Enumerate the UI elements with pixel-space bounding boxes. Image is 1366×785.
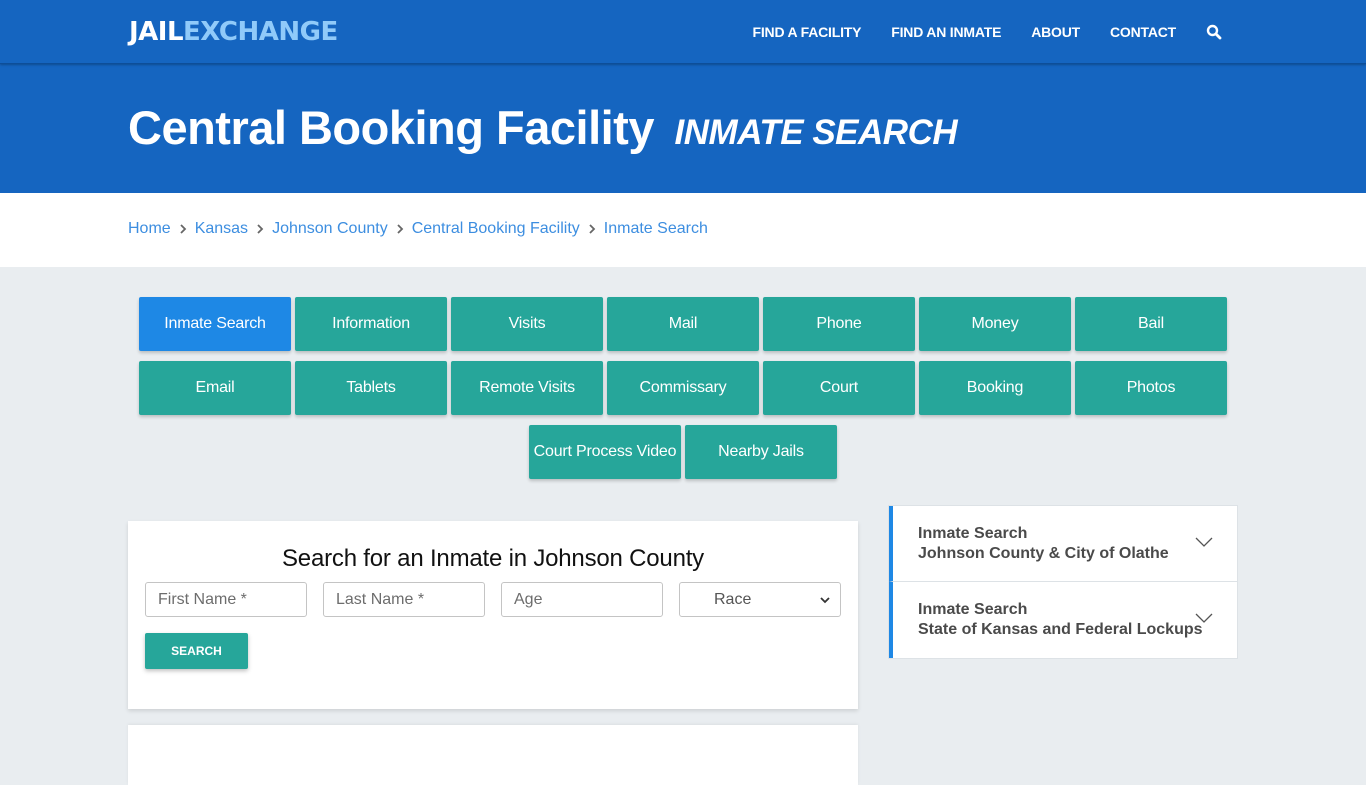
first-name-input[interactable] — [145, 582, 307, 617]
accordion-item-johnson-county[interactable]: Inmate Search Johnson County & City of O… — [889, 506, 1237, 582]
accordion-item-subheading: Johnson County & City of Olathe — [918, 545, 1169, 562]
logo-exchange: EXCHANGE — [183, 17, 338, 47]
tab-nearby-jails[interactable]: Nearby Jails — [685, 425, 837, 479]
tab-remote-visits[interactable]: Remote Visits — [451, 361, 603, 415]
top-navbar: JAILEXCHANGE FIND A FACILITY FIND AN INM… — [0, 0, 1366, 64]
content-card — [128, 725, 858, 785]
search-form-title: Search for an Inmate in Johnson County — [282, 545, 704, 572]
tab-bail[interactable]: Bail — [1075, 297, 1227, 351]
tab-commissary[interactable]: Commissary — [607, 361, 759, 415]
tab-inmate-search[interactable]: Inmate Search — [139, 297, 291, 351]
tab-money[interactable]: Money — [919, 297, 1071, 351]
page-title-facility: Central Booking Facility — [128, 101, 654, 154]
breadcrumb-bar: Home Kansas Johnson County Central Booki… — [0, 193, 1366, 267]
tab-row-2: Email Tablets Remote Visits Commissary C… — [137, 361, 1229, 415]
age-input[interactable] — [501, 582, 663, 617]
chevron-right-icon — [248, 224, 272, 234]
search-icon[interactable] — [1206, 24, 1222, 40]
accordion-item-state-federal[interactable]: Inmate Search State of Kansas and Federa… — [889, 582, 1237, 658]
page-title-subtitle: INMATE SEARCH — [674, 113, 958, 152]
tab-information[interactable]: Information — [295, 297, 447, 351]
tab-photos[interactable]: Photos — [1075, 361, 1227, 415]
accordion-item-heading: Inmate Search — [918, 601, 1028, 618]
breadcrumb-inmate-search[interactable]: Inmate Search — [604, 220, 708, 238]
breadcrumb: Home Kansas Johnson County Central Booki… — [128, 220, 708, 238]
accordion-item-subheading: State of Kansas and Federal Lockups — [918, 621, 1203, 638]
nav-contact[interactable]: CONTACT — [1110, 24, 1176, 40]
breadcrumb-johnson-county[interactable]: Johnson County — [272, 220, 388, 238]
search-button[interactable]: SEARCH — [145, 633, 248, 669]
nav-find-a-facility[interactable]: FIND A FACILITY — [753, 24, 862, 40]
facility-tabs: Inmate Search Information Visits Mail Ph… — [137, 297, 1229, 489]
hero-banner: Central Booking Facility INMATE SEARCH — [0, 64, 1366, 193]
chevron-right-icon — [580, 224, 604, 234]
chevron-right-icon — [171, 224, 195, 234]
tab-row-1: Inmate Search Information Visits Mail Ph… — [137, 297, 1229, 351]
inmate-search-accordion: Inmate Search Johnson County & City of O… — [888, 505, 1238, 659]
logo-jail: JAIL — [129, 17, 184, 47]
inmate-search-card: Search for an Inmate in Johnson County R… — [128, 521, 858, 709]
chevron-down-icon — [1195, 537, 1213, 547]
tab-visits[interactable]: Visits — [451, 297, 603, 351]
breadcrumb-kansas[interactable]: Kansas — [195, 220, 248, 238]
tab-court-process-video[interactable]: Court Process Video — [529, 425, 681, 479]
search-fields: Race — [145, 582, 841, 617]
tab-row-3: Court Process Video Nearby Jails — [137, 425, 1229, 479]
breadcrumb-home[interactable]: Home — [128, 220, 171, 238]
chevron-right-icon — [388, 224, 412, 234]
tab-court[interactable]: Court — [763, 361, 915, 415]
race-select[interactable]: Race — [679, 582, 841, 617]
last-name-input[interactable] — [323, 582, 485, 617]
tab-phone[interactable]: Phone — [763, 297, 915, 351]
tab-booking[interactable]: Booking — [919, 361, 1071, 415]
page-title: Central Booking Facility INMATE SEARCH — [128, 100, 958, 155]
breadcrumb-central-booking-facility[interactable]: Central Booking Facility — [412, 220, 580, 238]
nav-find-an-inmate[interactable]: FIND AN INMATE — [891, 24, 1001, 40]
tab-mail[interactable]: Mail — [607, 297, 759, 351]
tab-email[interactable]: Email — [139, 361, 291, 415]
chevron-down-icon — [820, 597, 830, 604]
nav-about[interactable]: ABOUT — [1031, 24, 1080, 40]
chevron-down-icon — [1195, 613, 1213, 623]
accordion-item-heading: Inmate Search — [918, 525, 1028, 542]
site-logo[interactable]: JAILEXCHANGE — [129, 16, 338, 48]
tab-tablets[interactable]: Tablets — [295, 361, 447, 415]
race-select-value: Race — [714, 590, 752, 608]
main-nav: FIND A FACILITY FIND AN INMATE ABOUT CON… — [753, 0, 1222, 64]
